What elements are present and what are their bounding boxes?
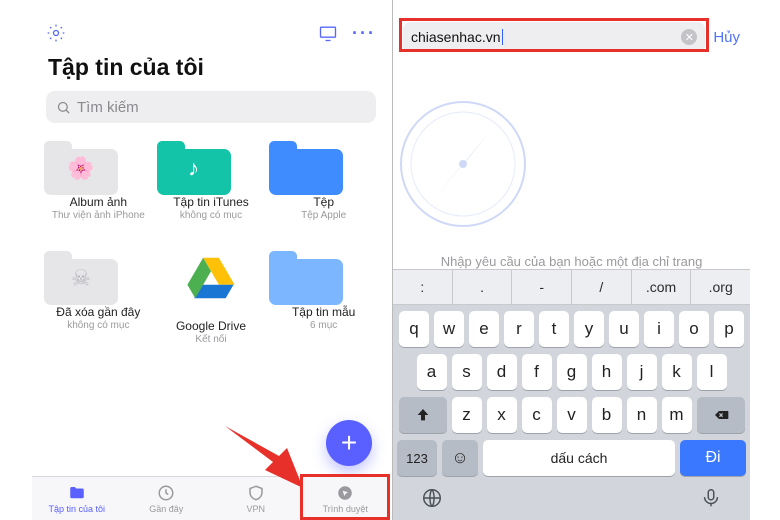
files-app-screen: ··· Tập tin của tôi Tìm kiếm 🌸 Album ảnh… — [32, 0, 390, 520]
tab-my-files[interactable]: Tập tin của tôi — [32, 477, 122, 520]
shift-key[interactable] — [399, 397, 447, 433]
kb-shortcut[interactable]: .com — [632, 270, 692, 304]
key[interactable]: r — [504, 311, 534, 347]
key[interactable]: a — [417, 354, 447, 390]
key[interactable]: l — [697, 354, 727, 390]
mic-icon[interactable] — [700, 487, 722, 514]
key[interactable]: w — [434, 311, 464, 347]
kb-shortcut[interactable]: .org — [691, 270, 750, 304]
folder-icon: ☠ — [44, 247, 118, 305]
key[interactable]: s — [452, 354, 482, 390]
emoji-key[interactable]: ☺ — [442, 440, 478, 476]
keyboard-bottom-row — [393, 480, 750, 520]
key[interactable]: c — [522, 397, 552, 433]
key[interactable]: i — [644, 311, 674, 347]
space-key[interactable]: dấu cách — [483, 440, 675, 476]
display-icon[interactable] — [318, 23, 338, 43]
key[interactable]: e — [469, 311, 499, 347]
tab-vpn[interactable]: VPN — [211, 477, 301, 520]
url-text: chiasenhac.vn — [411, 29, 501, 45]
tab-browser[interactable]: Trình duyệt — [301, 477, 391, 520]
settings-icon[interactable] — [46, 23, 66, 43]
folder-grid: 🌸 Album ảnh Thư viện ảnh iPhone ♪ Tập ti… — [32, 137, 390, 345]
kb-row-3: z x c v b n m — [397, 397, 746, 433]
more-icon[interactable]: ··· — [352, 24, 376, 42]
browser-screen: chiasenhac.vn ✕ Hủy Nhập yêu cầu của bạn… — [392, 0, 750, 520]
page-title: Tập tin của tôi — [32, 50, 390, 91]
key[interactable]: m — [662, 397, 692, 433]
kb-shortcut[interactable]: - — [512, 270, 572, 304]
kb-row-2: a s d f g h j k l — [397, 354, 746, 390]
key[interactable]: v — [557, 397, 587, 433]
tile-files[interactable]: Tệp Tệp Apple — [269, 137, 378, 221]
folder-icon — [269, 247, 343, 305]
search-placeholder: Tìm kiếm — [77, 99, 139, 116]
folder-icon: 🌸 — [44, 137, 118, 195]
globe-icon[interactable] — [421, 487, 443, 514]
key[interactable]: k — [662, 354, 692, 390]
folder-icon: ♪ — [157, 137, 231, 195]
tile-album[interactable]: 🌸 Album ảnh Thư viện ảnh iPhone — [44, 137, 153, 221]
status-bar — [393, 0, 750, 16]
key[interactable]: h — [592, 354, 622, 390]
numbers-key[interactable]: 123 — [397, 440, 437, 476]
key[interactable]: d — [487, 354, 517, 390]
key[interactable]: x — [487, 397, 517, 433]
key[interactable]: b — [592, 397, 622, 433]
top-bar: ··· — [32, 16, 390, 50]
kb-shortcut[interactable]: / — [572, 270, 632, 304]
key[interactable]: y — [574, 311, 604, 347]
key[interactable]: z — [452, 397, 482, 433]
add-button[interactable]: + — [326, 420, 372, 466]
key[interactable]: j — [627, 354, 657, 390]
kb-row-4: 123 ☺ dấu cách Đi — [397, 440, 746, 476]
key[interactable]: g — [557, 354, 587, 390]
keyboard-shortcut-row: : . - / .com .org — [393, 269, 750, 305]
kb-shortcut[interactable]: : — [393, 270, 453, 304]
tile-gdrive[interactable]: Google Drive Kết nối — [157, 247, 266, 345]
tab-bar: Tập tin của tôi Gần đây VPN Trình duyệt — [32, 476, 390, 520]
keyboard: : . - / .com .org q w e r t y u i o p — [393, 269, 750, 520]
search-input[interactable]: Tìm kiếm — [46, 91, 376, 123]
text-caret — [502, 29, 504, 45]
key[interactable]: u — [609, 311, 639, 347]
tile-samples[interactable]: Tập tin mẫu 6 mục — [269, 247, 378, 345]
key[interactable]: q — [399, 311, 429, 347]
go-key[interactable]: Đi — [680, 440, 746, 476]
folder-icon — [269, 137, 343, 195]
key[interactable]: n — [627, 397, 657, 433]
kb-row-1: q w e r t y u i o p — [397, 311, 746, 347]
clear-icon[interactable]: ✕ — [681, 29, 697, 45]
tab-recent[interactable]: Gần đây — [122, 477, 212, 520]
key[interactable]: f — [522, 354, 552, 390]
url-input[interactable]: chiasenhac.vn ✕ — [403, 22, 705, 52]
tile-itunes[interactable]: ♪ Tập tin iTunes không có mục — [157, 137, 266, 221]
backspace-key[interactable] — [697, 397, 745, 433]
key[interactable]: o — [679, 311, 709, 347]
tile-trash[interactable]: ☠ Đã xóa gần đây không có mục — [44, 247, 153, 345]
key[interactable]: t — [539, 311, 569, 347]
address-bar-row: chiasenhac.vn ✕ Hủy — [393, 16, 750, 58]
status-bar — [32, 0, 390, 16]
key[interactable]: p — [714, 311, 744, 347]
compass-icon — [393, 94, 533, 234]
gdrive-icon — [174, 251, 248, 313]
kb-shortcut[interactable]: . — [453, 270, 513, 304]
cancel-button[interactable]: Hủy — [713, 29, 740, 46]
